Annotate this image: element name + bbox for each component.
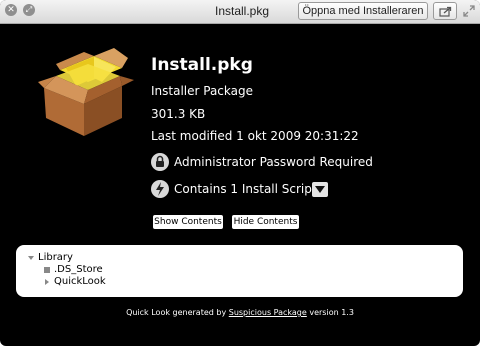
hide-contents-button[interactable]: Hide Contents — [232, 215, 299, 229]
package-kind: Installer Package — [151, 84, 253, 98]
open-with-installer-button[interactable]: Öppna med Installeraren — [298, 2, 428, 20]
package-size: 301.3 KB — [151, 107, 206, 121]
tree-item-label: QuickLook — [54, 276, 106, 287]
contents-tree: Library .DS_Store QuickLook — [16, 245, 463, 297]
file-square-icon — [44, 267, 50, 273]
lock-icon — [151, 153, 169, 171]
tree-item-label: Library — [38, 252, 73, 263]
close-icon[interactable]: ✕ — [5, 4, 17, 16]
footer-suffix: version 1.3 — [306, 308, 354, 317]
tree-item-label: .DS_Store — [54, 264, 103, 275]
script-disclosure-button[interactable] — [312, 182, 328, 197]
share-icon — [439, 6, 452, 17]
expanded-triangle-icon[interactable] — [26, 252, 36, 264]
suspicious-package-link[interactable]: Suspicious Package — [229, 308, 307, 317]
script-bolt-icon — [151, 180, 169, 198]
share-button[interactable] — [433, 2, 457, 20]
fullscreen-icon[interactable]: ⤢ — [23, 4, 35, 16]
package-box-icon — [38, 48, 134, 136]
package-name: Install.pkg — [151, 55, 253, 75]
title-bar: ✕ ⤢ Install.pkg Öppna med Installeraren — [0, 0, 480, 24]
collapsed-triangle-icon[interactable] — [42, 276, 52, 288]
window-title: Install.pkg — [214, 4, 270, 18]
footer-prefix: Quick Look generated by — [126, 308, 229, 317]
expand-icon[interactable] — [463, 5, 475, 17]
last-modified: Last modified 1 okt 2009 20:31:22 — [151, 129, 359, 143]
admin-password-text: Administrator Password Required — [174, 155, 373, 169]
show-contents-button[interactable]: Show Contents — [153, 215, 223, 229]
disclosure-triangle-icon — [315, 186, 325, 193]
quicklook-window: ✕ ⤢ Install.pkg Öppna med Installeraren — [0, 0, 480, 346]
footer-credit: Quick Look generated by Suspicious Packa… — [0, 308, 480, 317]
install-script-text: Contains 1 Install Script — [174, 182, 317, 196]
